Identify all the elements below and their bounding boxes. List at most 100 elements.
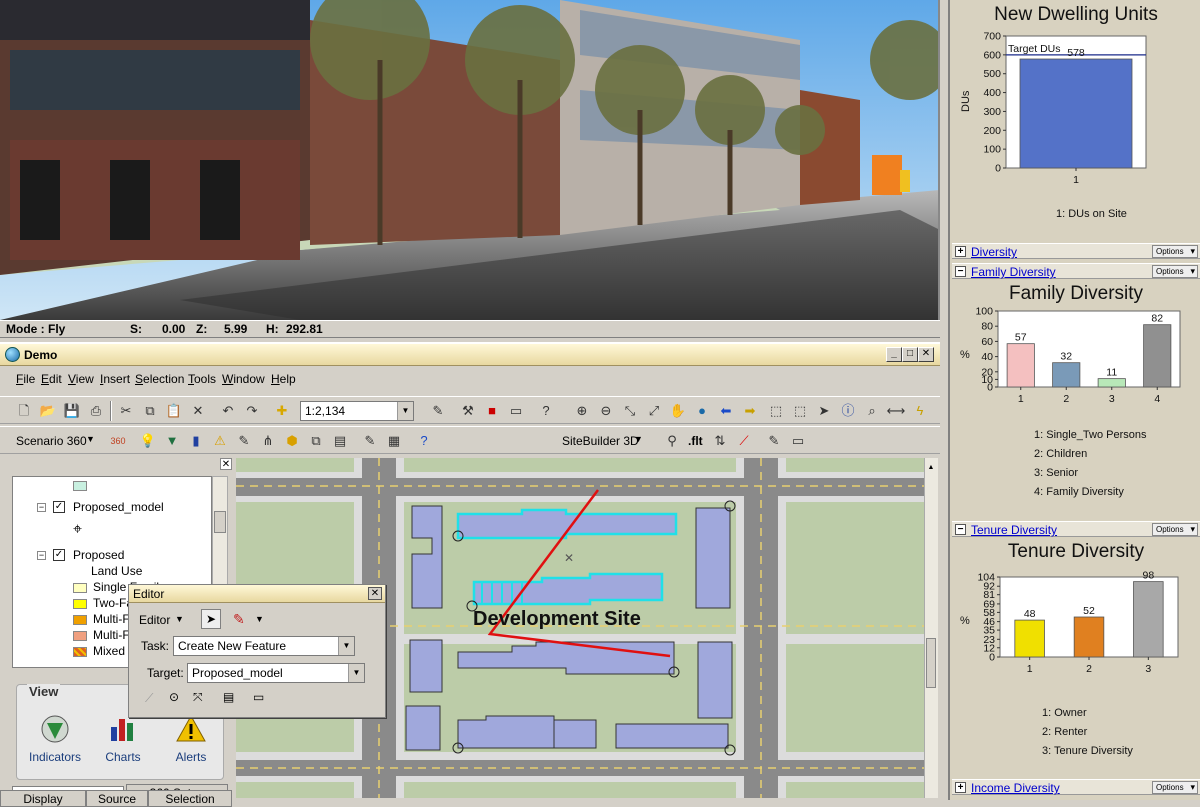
toolbox-icon[interactable]: ■ [482, 401, 502, 421]
tab-source[interactable]: Source [86, 790, 148, 807]
editor-toolbar-icon[interactable]: ✎ [428, 401, 448, 421]
scale-tool-icon[interactable]: ⤧ [193, 690, 203, 705]
zoom-in-icon[interactable]: ⊕ [572, 401, 592, 421]
full-extent-icon[interactable]: ● [692, 401, 712, 421]
collapse-icon[interactable]: − [955, 524, 966, 535]
section-link[interactable]: Income Diversity [971, 781, 1060, 795]
segment-tool-icon[interactable]: ⟋ [145, 691, 153, 706]
options-dropdown[interactable]: Options [1152, 265, 1198, 278]
back-extent-icon[interactable]: ⬅ [716, 401, 736, 421]
fixed-zoom-in-icon[interactable]: ⤡ [620, 401, 640, 421]
menu-help[interactable]: Help [271, 372, 296, 386]
tab-selection[interactable]: Selection [148, 790, 232, 807]
person-icon[interactable]: ⚲ [662, 431, 682, 451]
add-data-icon[interactable]: ✚ [272, 401, 292, 421]
report-icon[interactable]: ▤ [330, 431, 350, 451]
charts-button[interactable]: Charts [91, 713, 155, 764]
menu-view[interactable]: View [68, 372, 94, 386]
close-icon[interactable]: ✕ [368, 587, 382, 600]
sketch-properties-icon[interactable]: ▭ [253, 690, 264, 704]
menu-file[interactable]: File [16, 372, 35, 386]
layer-checkbox[interactable]: ✓ [53, 501, 65, 513]
editor-title-bar[interactable]: Editor [129, 585, 385, 603]
map-scrollbar[interactable]: ▲ [924, 458, 938, 798]
collapse-icon[interactable]: − [955, 266, 966, 277]
lightbulb-icon[interactable]: 💡 [138, 431, 158, 451]
edit-tool-arrow-icon[interactable]: ➤ [201, 609, 221, 629]
export-icon[interactable]: ⇅ [710, 431, 730, 451]
title-bar[interactable]: Demo _ □ ✕ [0, 344, 940, 366]
paste-icon[interactable]: 📋 [164, 401, 184, 421]
cube-icon[interactable]: ⬢ [282, 431, 302, 451]
layers-icon[interactable]: ⧉ [306, 431, 326, 451]
arctoolbox-icon[interactable]: ⚒ [458, 401, 478, 421]
flt-export-button[interactable]: .flt [688, 434, 703, 448]
menu-window[interactable]: Window [222, 372, 265, 386]
alert-icon[interactable]: ⚠ [210, 431, 230, 451]
scenario-360-icon[interactable]: 360 [108, 431, 128, 451]
new-icon[interactable]: 🗋 [14, 401, 34, 421]
find-icon[interactable]: ⌕ [862, 401, 882, 421]
section-link[interactable]: Tenure Diversity [971, 523, 1057, 537]
cut-icon[interactable]: ✂ [116, 401, 136, 421]
collapse-icon[interactable]: − [37, 503, 46, 512]
editor-toolbar-window[interactable]: Editor ✕ Editor ▼ ➤ ✎ ▼ Task: Create New… [128, 584, 386, 718]
table-icon[interactable]: ▦ [384, 431, 404, 451]
menu-edit[interactable]: Edit [41, 372, 62, 386]
sitebuilder-dropdown[interactable]: SiteBuilder 3D [562, 434, 639, 448]
options-dropdown[interactable]: Options [1152, 523, 1198, 536]
3d-scene-view[interactable] [0, 0, 940, 320]
close-button[interactable]: ✕ [918, 347, 934, 362]
select-features-icon[interactable]: ⬚ [766, 401, 786, 421]
redo-icon[interactable]: ↷ [242, 401, 262, 421]
attributes-icon[interactable]: ▤ [223, 690, 234, 704]
collapse-icon[interactable]: − [37, 551, 46, 560]
measure-icon[interactable]: ⟷ [886, 401, 906, 421]
sketch-tool-icon[interactable]: ✎ [233, 611, 245, 628]
expand-icon[interactable]: + [955, 246, 966, 257]
options-dropdown[interactable]: Options [1152, 245, 1198, 258]
section-link[interactable]: Diversity [971, 245, 1017, 259]
scenario-dropdown[interactable]: Scenario 360 [16, 434, 87, 448]
target-dropdown[interactable]: Proposed_model ▼ [187, 663, 365, 683]
menu-insert[interactable]: Insert [100, 372, 130, 386]
section-link[interactable]: Family Diversity [971, 265, 1056, 279]
pan-icon[interactable]: ✋ [668, 401, 688, 421]
options-dropdown[interactable]: Options [1152, 781, 1198, 794]
menu-selection[interactable]: Selection [135, 372, 184, 386]
expand-icon[interactable]: + [955, 782, 966, 793]
open-icon[interactable]: 📂 [38, 401, 58, 421]
edit-icon[interactable]: ✎ [764, 431, 784, 451]
save-icon[interactable]: 💾 [62, 401, 82, 421]
rotate-tool-icon[interactable]: ⊙ [169, 690, 179, 704]
copy-icon[interactable]: ⧉ [140, 401, 160, 421]
help-icon[interactable]: ? [414, 431, 434, 451]
map-scale-combo[interactable]: 1:2,134 ▼ [300, 401, 414, 421]
clear-selection-icon[interactable]: ⬚ [790, 401, 810, 421]
window-icon[interactable]: ▭ [788, 431, 808, 451]
hyperlink-icon[interactable]: ϟ [910, 401, 930, 421]
chart-icon[interactable]: ▮ [186, 431, 206, 451]
select-elements-icon[interactable]: ➤ [814, 401, 834, 421]
layer-name[interactable]: Proposed [73, 548, 124, 562]
close-icon[interactable]: ✕ [220, 458, 232, 470]
fixed-zoom-out-icon[interactable]: ⤢ [644, 401, 664, 421]
network-icon[interactable]: ⋔ [258, 431, 278, 451]
whats-this-icon[interactable]: ? [536, 401, 556, 421]
print-icon[interactable]: ⎙ [86, 401, 106, 421]
command-window-icon[interactable]: ▭ [506, 401, 526, 421]
undo-icon[interactable]: ↶ [218, 401, 238, 421]
delete-icon[interactable]: ✕ [188, 401, 208, 421]
layer-name[interactable]: Proposed_model [73, 500, 164, 514]
tab-display[interactable]: Display [0, 790, 86, 807]
alerts-button[interactable]: Alerts [159, 713, 223, 764]
layer-checkbox[interactable]: ✓ [53, 549, 65, 561]
minimize-button[interactable]: _ [886, 347, 902, 362]
menu-tools[interactable]: Tools [188, 372, 216, 386]
zoom-out-icon[interactable]: ⊖ [596, 401, 616, 421]
editor-menu-button[interactable]: Editor [139, 613, 170, 627]
identify-icon[interactable]: ⓘ [838, 401, 858, 421]
draw-line-icon[interactable]: ⟋ [734, 431, 754, 451]
paint-icon[interactable]: ✎ [234, 431, 254, 451]
task-dropdown[interactable]: Create New Feature ▼ [173, 636, 355, 656]
